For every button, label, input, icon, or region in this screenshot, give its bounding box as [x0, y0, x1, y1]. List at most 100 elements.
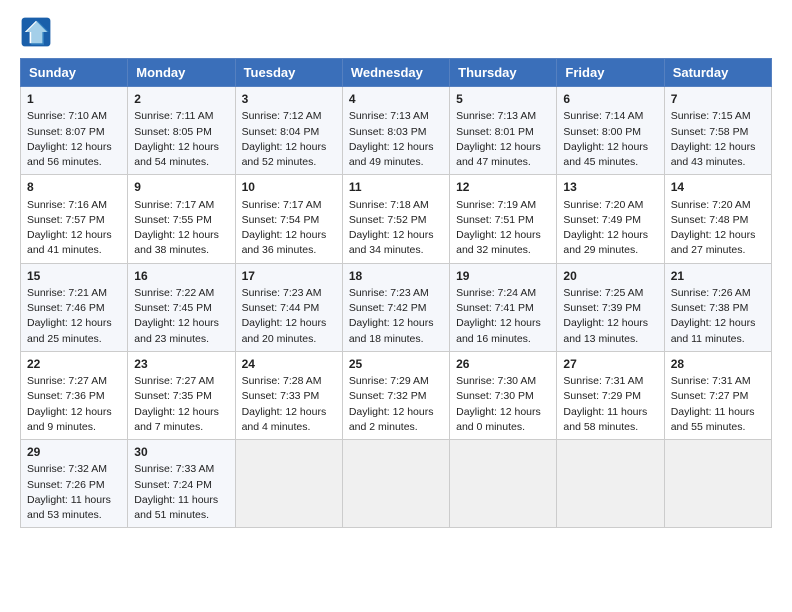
cell-line: and 20 minutes. [242, 332, 336, 347]
cell-line: and 9 minutes. [27, 420, 121, 435]
cell-line: Daylight: 11 hours [27, 493, 121, 508]
cell-line: Sunset: 7:32 PM [349, 389, 443, 404]
cell-line: Sunrise: 7:31 AM [671, 374, 765, 389]
cell-line: and 2 minutes. [349, 420, 443, 435]
day-number: 2 [134, 91, 228, 108]
calendar-cell: 17Sunrise: 7:23 AMSunset: 7:44 PMDayligh… [235, 263, 342, 351]
cell-line: Daylight: 12 hours [456, 316, 550, 331]
calendar-cell: 16Sunrise: 7:22 AMSunset: 7:45 PMDayligh… [128, 263, 235, 351]
day-number: 1 [27, 91, 121, 108]
day-number: 20 [563, 268, 657, 285]
cell-line: Sunrise: 7:20 AM [563, 198, 657, 213]
day-number: 14 [671, 179, 765, 196]
cell-line: Sunset: 7:29 PM [563, 389, 657, 404]
calendar-cell: 5Sunrise: 7:13 AMSunset: 8:01 PMDaylight… [450, 87, 557, 175]
calendar-cell: 24Sunrise: 7:28 AMSunset: 7:33 PMDayligh… [235, 351, 342, 439]
cell-line: Daylight: 12 hours [242, 316, 336, 331]
cell-line: and 41 minutes. [27, 243, 121, 258]
cell-line: and 53 minutes. [27, 508, 121, 523]
cell-line: Sunrise: 7:32 AM [27, 462, 121, 477]
week-row-5: 29Sunrise: 7:32 AMSunset: 7:26 PMDayligh… [21, 440, 772, 528]
cell-line: Daylight: 12 hours [456, 228, 550, 243]
calendar-cell: 14Sunrise: 7:20 AMSunset: 7:48 PMDayligh… [664, 175, 771, 263]
cell-line: Sunrise: 7:30 AM [456, 374, 550, 389]
cell-line: and 47 minutes. [456, 155, 550, 170]
cell-line: Daylight: 11 hours [563, 405, 657, 420]
cell-line: Sunrise: 7:16 AM [27, 198, 121, 213]
page-container: SundayMondayTuesdayWednesdayThursdayFrid… [0, 0, 792, 538]
cell-line: Sunset: 7:38 PM [671, 301, 765, 316]
cell-line: Sunrise: 7:19 AM [456, 198, 550, 213]
week-row-4: 22 Sunrise: 7:27 AM Sunset: 7:36 PM Dayligh… [21, 351, 772, 439]
calendar-cell: 13Sunrise: 7:20 AMSunset: 7:49 PMDayligh… [557, 175, 664, 263]
cell-line: and 51 minutes. [134, 508, 228, 523]
cell-line: and 4 minutes. [242, 420, 336, 435]
cell-line: Daylight: 12 hours [242, 140, 336, 155]
cell-line: Daylight: 12 hours [242, 405, 336, 420]
cell-line: and 29 minutes. [563, 243, 657, 258]
cell-line: Daylight: 12 hours [134, 316, 228, 331]
calendar-cell [450, 440, 557, 528]
calendar-cell: 18Sunrise: 7:23 AMSunset: 7:42 PMDayligh… [342, 263, 449, 351]
day-header-monday: Monday [128, 59, 235, 87]
calendar-cell: 23Sunrise: 7:27 AMSunset: 7:35 PMDayligh… [128, 351, 235, 439]
cell-line: Sunset: 7:41 PM [456, 301, 550, 316]
cell-line: Daylight: 12 hours [563, 140, 657, 155]
calendar-cell: 1Sunrise: 7:10 AMSunset: 8:07 PMDaylight… [21, 87, 128, 175]
cell-line: Sunrise: 7:17 AM [134, 198, 228, 213]
cell-line: Daylight: 12 hours [349, 316, 443, 331]
day-number: 11 [349, 179, 443, 196]
day-number: 19 [456, 268, 550, 285]
cell-line: Sunrise: 7:13 AM [456, 109, 550, 124]
calendar-cell: 4Sunrise: 7:13 AMSunset: 8:03 PMDaylight… [342, 87, 449, 175]
header-row-days: SundayMondayTuesdayWednesdayThursdayFrid… [21, 59, 772, 87]
cell-line: Sunset: 7:39 PM [563, 301, 657, 316]
calendar-cell [235, 440, 342, 528]
cell-line: Daylight: 12 hours [27, 140, 121, 155]
day-number: 12 [456, 179, 550, 196]
calendar-cell: 19Sunrise: 7:24 AMSunset: 7:41 PMDayligh… [450, 263, 557, 351]
day-number: 26 [456, 356, 550, 373]
calendar-cell: 30Sunrise: 7:33 AMSunset: 7:24 PMDayligh… [128, 440, 235, 528]
calendar-cell: 9Sunrise: 7:17 AMSunset: 7:55 PMDaylight… [128, 175, 235, 263]
day-number: 16 [134, 268, 228, 285]
day-number: 8 [27, 179, 121, 196]
day-number: 22 [27, 356, 121, 373]
cell-line: and 52 minutes. [242, 155, 336, 170]
calendar-cell: 12Sunrise: 7:19 AMSunset: 7:51 PMDayligh… [450, 175, 557, 263]
cell-line: Sunset: 7:42 PM [349, 301, 443, 316]
day-number: 29 [27, 444, 121, 461]
cell-line: Daylight: 12 hours [456, 140, 550, 155]
cell-line: Daylight: 12 hours [671, 228, 765, 243]
cell-line: Sunrise: 7:23 AM [349, 286, 443, 301]
cell-line: Sunset: 8:07 PM [27, 125, 121, 140]
day-number: 5 [456, 91, 550, 108]
cell-line: and 11 minutes. [671, 332, 765, 347]
cell-line: Sunrise: 7:17 AM [242, 198, 336, 213]
logo [20, 16, 56, 48]
cell-line: and 43 minutes. [671, 155, 765, 170]
cell-line: Daylight: 12 hours [349, 228, 443, 243]
cell-line: Daylight: 12 hours [349, 140, 443, 155]
cell-line: Sunset: 7:52 PM [349, 213, 443, 228]
cell-line: Sunset: 8:05 PM [134, 125, 228, 140]
calendar-cell [664, 440, 771, 528]
cell-line: Daylight: 12 hours [27, 316, 121, 331]
cell-line: Daylight: 12 hours [671, 316, 765, 331]
cell-line: Daylight: 12 hours [27, 228, 121, 243]
cell-line: Daylight: 11 hours [671, 405, 765, 420]
day-number: 23 [134, 356, 228, 373]
cell-line: Sunrise: 7:27 AM [134, 374, 228, 389]
cell-line: and 13 minutes. [563, 332, 657, 347]
cell-line: and 45 minutes. [563, 155, 657, 170]
cell-line: Daylight: 12 hours [671, 140, 765, 155]
day-header-wednesday: Wednesday [342, 59, 449, 87]
cell-line: and 58 minutes. [563, 420, 657, 435]
cell-line: and 0 minutes. [456, 420, 550, 435]
cell-line: Sunrise: 7:28 AM [242, 374, 336, 389]
cell-line: Sunrise: 7:29 AM [349, 374, 443, 389]
day-number: 17 [242, 268, 336, 285]
week-row-2: 8Sunrise: 7:16 AMSunset: 7:57 PMDaylight… [21, 175, 772, 263]
calendar-table: SundayMondayTuesdayWednesdayThursdayFrid… [20, 58, 772, 528]
cell-line: Sunset: 7:36 PM [27, 389, 121, 404]
